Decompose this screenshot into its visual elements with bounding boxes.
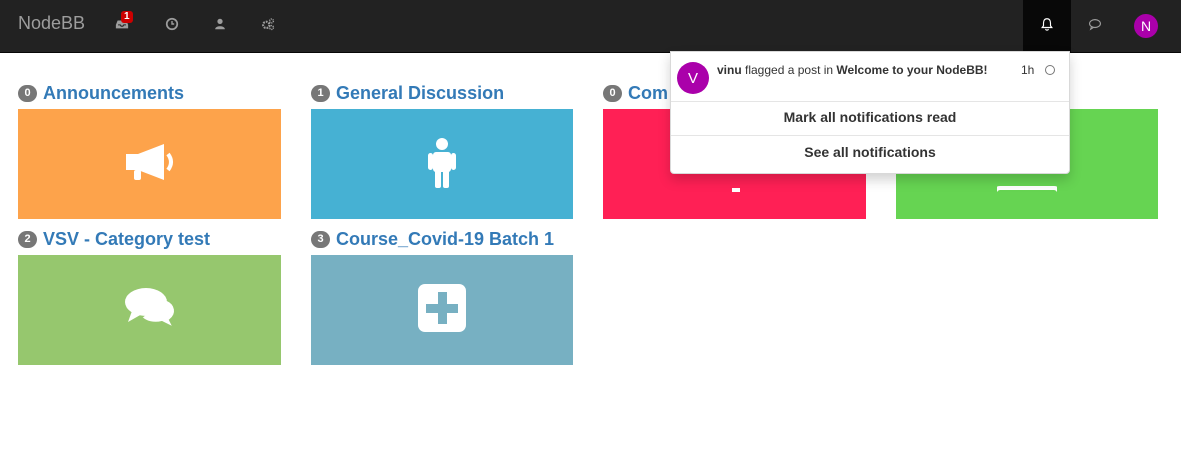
category-tile[interactable] [311,255,573,365]
user-icon[interactable] [211,15,229,33]
notifications-button[interactable] [1023,0,1071,52]
notification-item[interactable]: V vinu flagged a post in Welcome to your… [671,52,1069,100]
category-title: 1 General Discussion [311,83,504,104]
mark-read-toggle[interactable] [1045,65,1055,75]
avatar: V [677,62,709,94]
post-count-badge: 0 [603,85,622,102]
mark-all-read-button[interactable]: Mark all notifications read [671,102,1069,132]
notification-time: 1h [1021,63,1035,77]
notification-action: flagged a post in [741,63,837,77]
notification-text: vinu flagged a post in Welcome to your N… [717,63,988,77]
see-all-notifications-link[interactable]: See all notifications [671,137,1069,167]
top-navbar: NodeBB 1 N [0,0,1181,53]
category-link[interactable]: General Discussion [336,83,504,104]
brand-link[interactable]: NodeBB [18,13,85,34]
clock-icon[interactable] [163,15,181,33]
plus-square-icon [412,278,472,343]
category-title: 0 Announcements [18,83,184,104]
category-link[interactable]: Announcements [43,83,184,104]
notification-user: vinu [717,63,742,77]
category-title: 0 Com [603,83,668,104]
unread-badge: 1 [121,11,133,23]
bullhorn-icon [120,132,180,197]
category-tile[interactable] [18,255,281,365]
category-title: 3 Course_Covid-19 Batch 1 [311,229,554,250]
category-link[interactable]: Com [628,83,668,104]
category-title: 2 VSV - Category test [18,229,210,250]
category-link[interactable]: Course_Covid-19 Batch 1 [336,229,554,250]
comments-icon [120,278,180,343]
post-count-badge: 3 [311,231,330,248]
user-avatar[interactable]: N [1134,14,1158,38]
divider [671,135,1069,136]
category-tile[interactable] [311,109,573,219]
category-tile[interactable] [18,109,281,219]
post-count-badge: 2 [18,231,37,248]
notifications-dropdown: V vinu flagged a post in Welcome to your… [670,51,1070,174]
category-link[interactable]: VSV - Category test [43,229,210,250]
cogs-icon[interactable] [259,15,277,33]
post-count-badge: 0 [18,85,37,102]
male-icon [412,132,472,197]
notification-topic: Welcome to your NodeBB! [836,63,988,77]
chat-icon[interactable] [1086,15,1104,33]
post-count-badge: 1 [311,85,330,102]
bell-icon [1040,17,1054,36]
